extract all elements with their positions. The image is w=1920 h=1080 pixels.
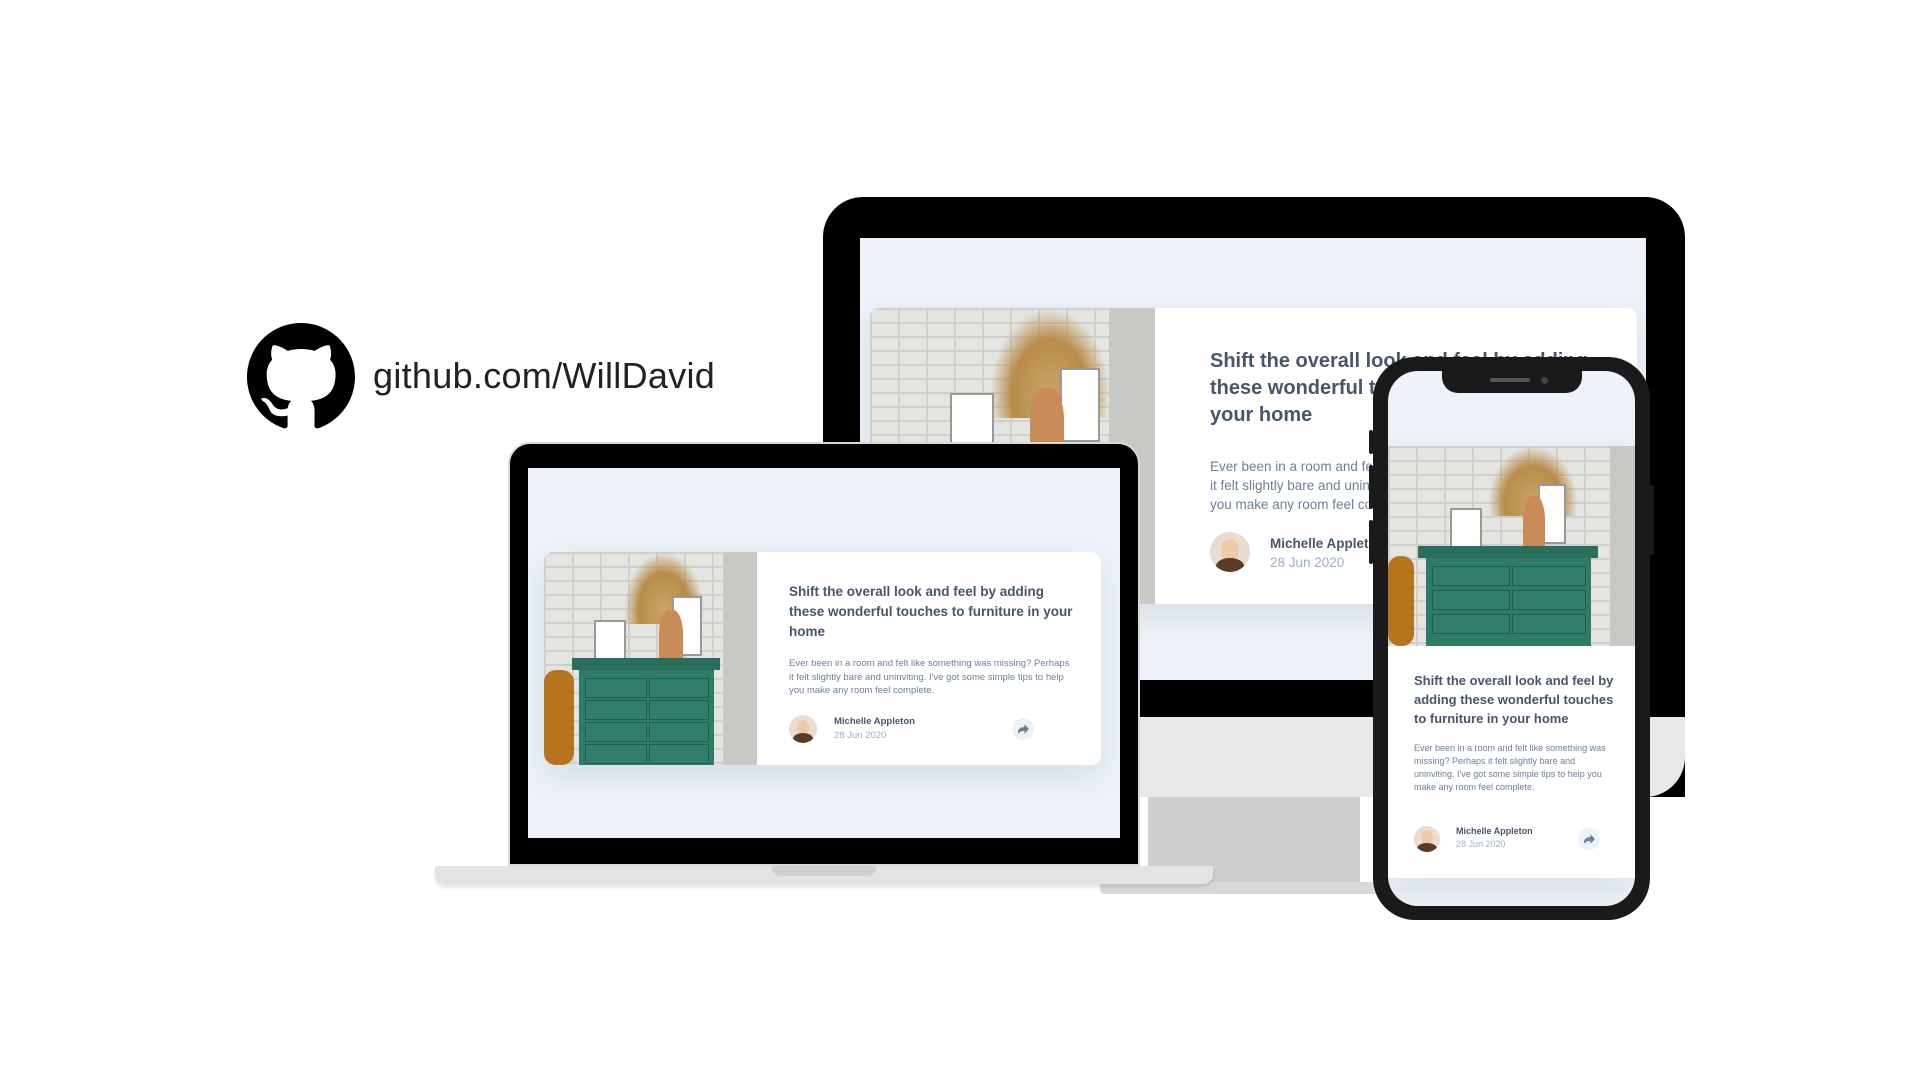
share-icon (1017, 724, 1029, 734)
share-button[interactable] (1012, 718, 1034, 740)
phone-camera (1541, 377, 1548, 384)
laptop-notch (772, 866, 876, 876)
phone-speaker (1490, 378, 1530, 382)
author-name: Michelle Appleton (1270, 536, 1386, 551)
article-card: Shift the overall look and feel by addin… (1388, 446, 1635, 878)
github-icon (247, 323, 355, 429)
author-name: Michelle Appleton (834, 716, 915, 727)
author-avatar (789, 715, 817, 743)
post-date: 28 Jun 2020 (1270, 555, 1345, 570)
post-date: 28 Jun 2020 (1456, 839, 1506, 849)
card-title: Shift the overall look and feel by addin… (789, 584, 1073, 639)
phone-notch (1442, 371, 1582, 393)
card-description: Ever been in a room and felt like someth… (1414, 743, 1606, 792)
product-image (544, 552, 757, 765)
share-button[interactable] (1578, 828, 1600, 850)
author-name: Michelle Appleton (1456, 826, 1533, 836)
product-image (1388, 446, 1635, 646)
share-icon (1583, 834, 1595, 844)
author-avatar (1210, 532, 1250, 572)
card-description: Ever been in a room and felt like someth… (789, 658, 1070, 696)
article-card: Shift the overall look and feel by addin… (544, 552, 1101, 765)
author-avatar (1414, 826, 1440, 852)
post-date: 28 Jun 2020 (834, 730, 887, 741)
phone-screen: Shift the overall look and feel by addin… (1388, 371, 1635, 906)
laptop-screen: Shift the overall look and feel by addin… (528, 468, 1120, 838)
card-title: Shift the overall look and feel by addin… (1414, 673, 1614, 726)
github-link[interactable]: github.com/WillDavid (373, 354, 715, 398)
